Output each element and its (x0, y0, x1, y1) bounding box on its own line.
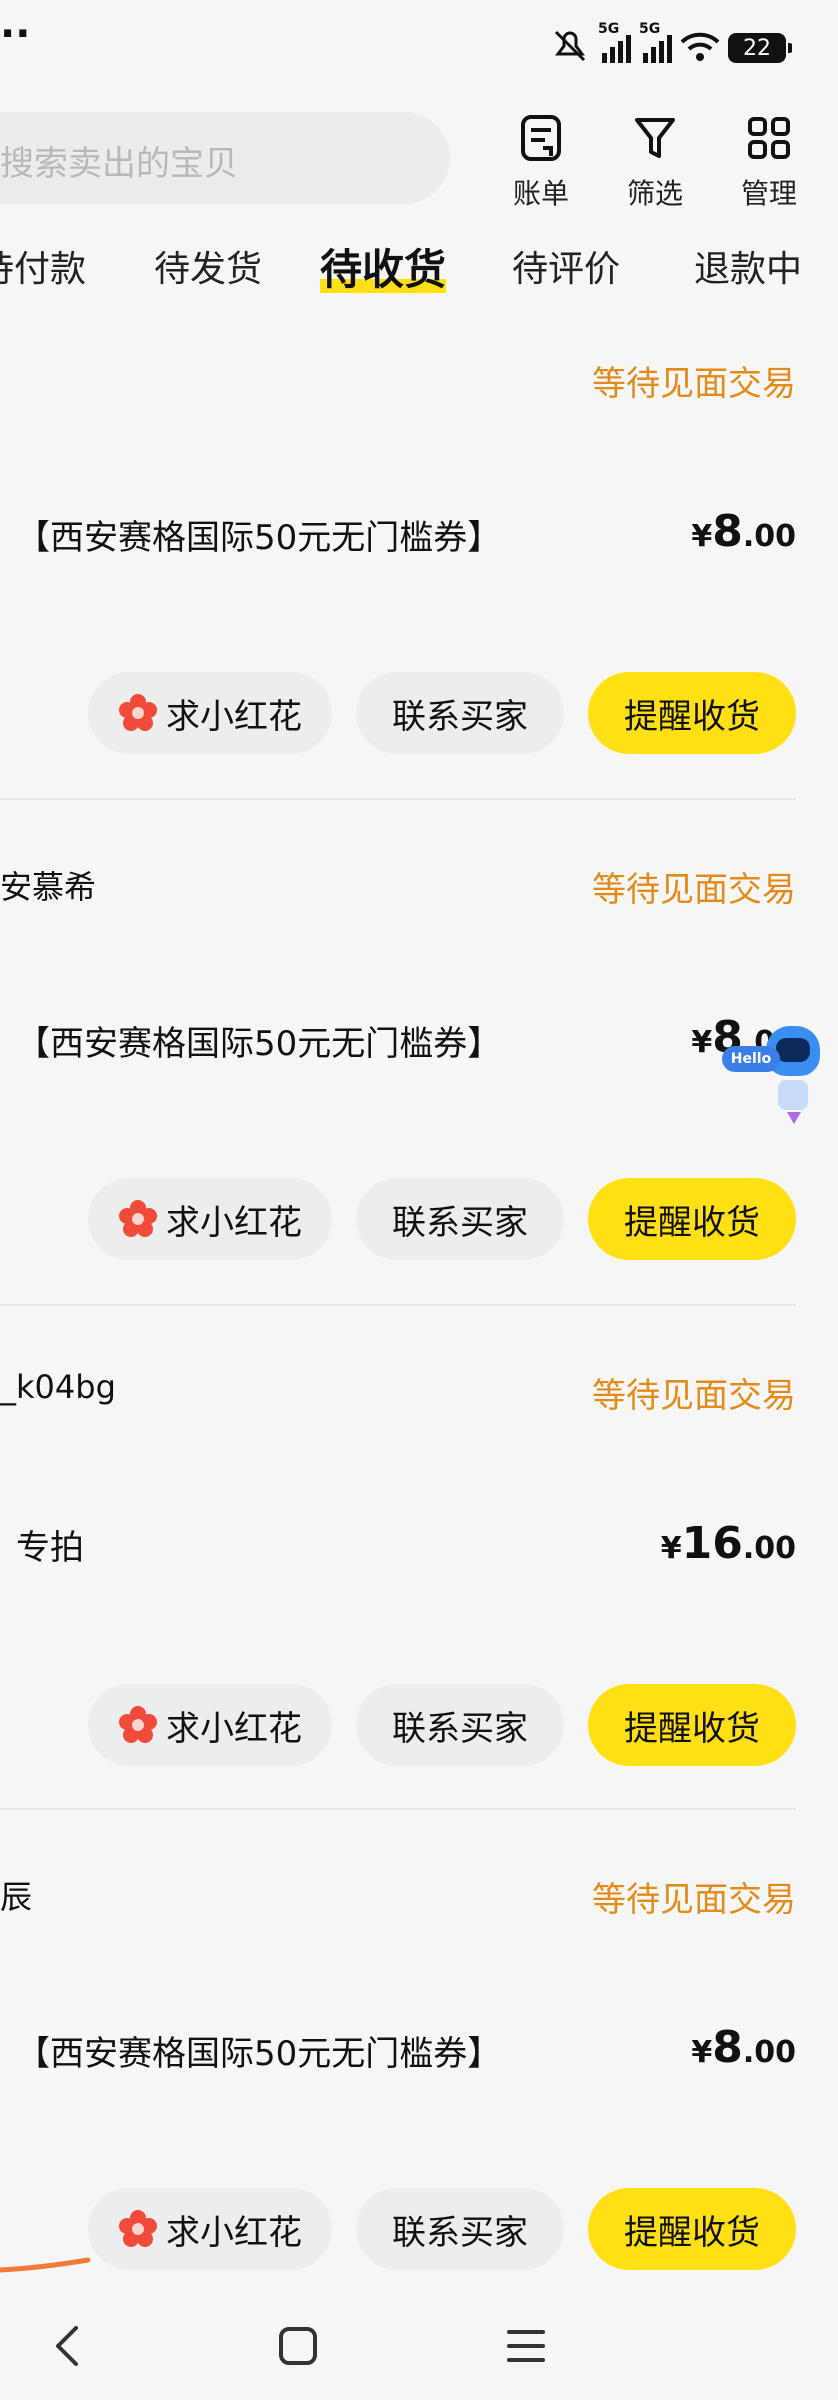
contact-buyer-button[interactable]: 联系买家 (356, 672, 564, 754)
buyer-name: _k04bg (0, 1368, 116, 1406)
button-label: 求小红花 (166, 2212, 302, 2253)
tab-refunding[interactable]: 退款中 (694, 240, 802, 292)
remind-receipt-button[interactable]: 提醒收货 (588, 2188, 796, 2270)
network-type-label: 5G (598, 21, 620, 37)
filter-icon (610, 110, 700, 166)
price-currency: ¥ (691, 519, 713, 554)
scribble-mark (0, 2257, 91, 2273)
order-status: 等待见面交易 (592, 870, 796, 910)
mute-icon (550, 28, 590, 68)
flower-icon (119, 2210, 157, 2247)
request-flower-button[interactable]: 求小红花 (88, 672, 332, 754)
divider (0, 1304, 796, 1306)
remind-receipt-button[interactable]: 提醒收货 (588, 1684, 796, 1766)
bill-label: 账单 (512, 177, 569, 210)
wifi-icon (680, 30, 720, 66)
order-status: 等待见面交易 (592, 364, 796, 404)
signal-icon-2: 5G (639, 21, 672, 63)
floating-assistant-robot-icon[interactable]: Hello (716, 1022, 828, 1126)
back-icon[interactable] (38, 2316, 98, 2376)
price-integer: 8 (712, 506, 743, 557)
status-dots: ·· (0, 11, 31, 57)
robot-body (778, 1080, 808, 1110)
contact-buyer-button[interactable]: 联系买家 (356, 1684, 564, 1766)
system-navigation-bar (0, 2290, 838, 2400)
order-tabs: 待付款 待发货 待收货 待评价 退款中 (0, 240, 838, 310)
robot-flame (787, 1112, 801, 1124)
status-bar: ·· 5G 5G 22 (0, 0, 838, 96)
filter-label: 筛选 (626, 177, 683, 210)
order-status: 等待见面交易 (592, 1880, 796, 1920)
search-placeholder: 搜索卖出的宝贝 (0, 144, 238, 184)
order-status: 等待见面交易 (592, 1376, 796, 1416)
tab-pending-payment[interactable]: 待付款 (0, 240, 86, 292)
home-icon[interactable] (268, 2316, 328, 2376)
search-input[interactable]: 搜索卖出的宝贝 (0, 112, 450, 204)
divider (0, 1808, 796, 1810)
item-price: ¥16.00 (661, 1518, 796, 1569)
item-title: 【西安赛格国际50元无门槛券】 (16, 518, 502, 558)
divider (0, 798, 796, 800)
item-price: ¥8.00 (691, 506, 796, 557)
button-label: 求小红花 (166, 1708, 302, 1749)
signal-icon-1: 5G (598, 21, 631, 63)
flower-icon (119, 1706, 157, 1743)
request-flower-button[interactable]: 求小红花 (88, 2188, 332, 2270)
robot-face (776, 1038, 810, 1062)
menu-icon[interactable] (496, 2316, 556, 2376)
buyer-name: 安慕希 (0, 868, 97, 906)
item-title: 专拍 (16, 1528, 84, 1568)
flower-icon (119, 694, 157, 731)
item-price: ¥8.00 (691, 2022, 796, 2073)
price-currency: ¥ (691, 1025, 713, 1060)
price-currency: ¥ (691, 2035, 713, 2070)
grid-icon (724, 110, 814, 166)
remind-receipt-button[interactable]: 提醒收货 (588, 672, 796, 754)
bill-button[interactable]: 账单 (496, 110, 586, 212)
filter-button[interactable]: 筛选 (610, 110, 700, 212)
button-label: 求小红花 (166, 1202, 302, 1243)
tab-pending-review[interactable]: 待评价 (512, 240, 620, 292)
buyer-name: 辰 (0, 1878, 33, 1916)
price-decimal: .00 (742, 2035, 796, 2070)
flower-icon (119, 1200, 157, 1237)
header: 搜索卖出的宝贝 账单 筛选 管理 (0, 96, 838, 226)
item-title: 【西安赛格国际50元无门槛券】 (16, 1024, 502, 1064)
manage-button[interactable]: 管理 (724, 110, 814, 212)
bill-icon (496, 110, 586, 166)
tab-pending-shipment[interactable]: 待发货 (154, 240, 262, 292)
price-integer: 8 (712, 2022, 743, 2073)
network-type-label: 5G (639, 21, 661, 37)
assistant-greeting: Hello (722, 1046, 780, 1072)
item-title: 【西安赛格国际50元无门槛券】 (16, 2034, 502, 2074)
tab-label: 待收货 (320, 245, 447, 294)
remind-receipt-button[interactable]: 提醒收货 (588, 1178, 796, 1260)
price-decimal: .00 (742, 519, 796, 554)
request-flower-button[interactable]: 求小红花 (88, 1684, 332, 1766)
contact-buyer-button[interactable]: 联系买家 (356, 2188, 564, 2270)
status-icons: 5G 5G 22 (550, 21, 792, 72)
battery-icon: 22 (728, 33, 792, 63)
price-currency: ¥ (660, 1531, 682, 1566)
request-flower-button[interactable]: 求小红花 (88, 1178, 332, 1260)
tab-pending-receipt[interactable]: 待收货 (320, 236, 447, 297)
price-decimal: .00 (742, 1531, 796, 1566)
manage-label: 管理 (740, 177, 797, 210)
price-integer: 16 (681, 1518, 743, 1569)
contact-buyer-button[interactable]: 联系买家 (356, 1178, 564, 1260)
button-label: 求小红花 (166, 696, 302, 737)
